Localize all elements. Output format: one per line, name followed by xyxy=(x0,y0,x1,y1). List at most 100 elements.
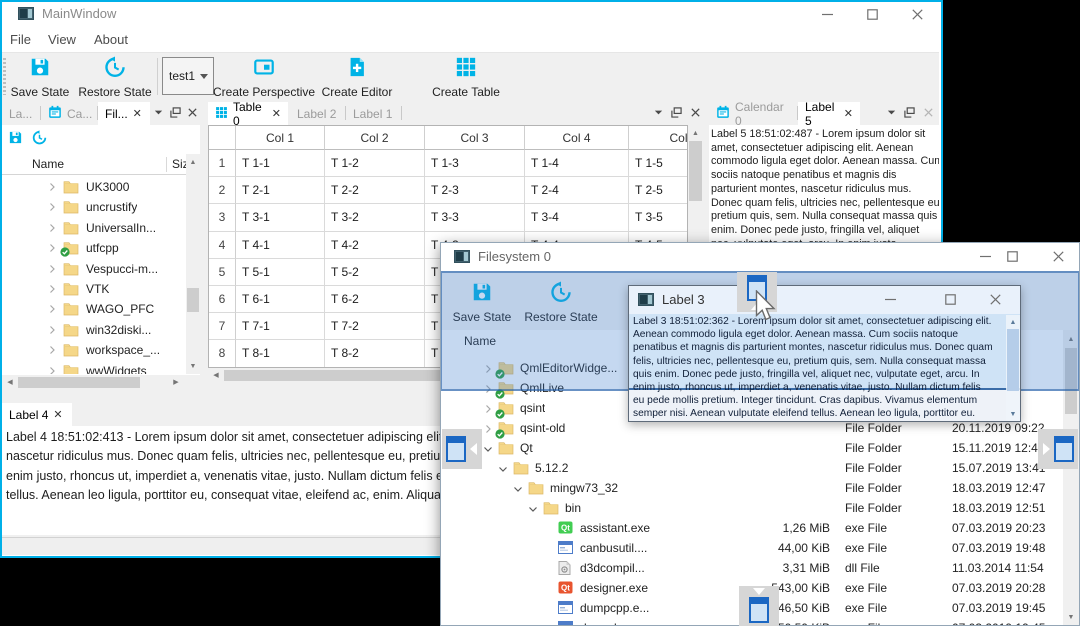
scroll-down-icon[interactable]: ▼ xyxy=(1063,611,1079,624)
file-row[interactable]: d3dcompil... 3,31 MiB dll File 11.03.2014 1… xyxy=(440,558,1062,578)
save-state-button[interactable]: Save State xyxy=(8,56,72,99)
close-button[interactable] xyxy=(978,285,1012,314)
table-cell[interactable]: T 2-5 xyxy=(629,177,687,205)
table-cell[interactable]: T 1-4 xyxy=(525,150,629,178)
table-cell[interactable]: T 5-1 xyxy=(236,258,325,286)
table-cell[interactable]: T 1-3 xyxy=(425,150,525,178)
scroll-up-icon[interactable]: ▲ xyxy=(186,156,200,169)
table-cell[interactable]: T 2-1 xyxy=(236,177,325,205)
minimize-button[interactable] xyxy=(873,285,907,314)
table-cell[interactable]: T 3-5 xyxy=(629,204,687,232)
table-cell[interactable]: T 8-2 xyxy=(325,340,425,367)
perspective-combobox[interactable]: test1 xyxy=(162,57,214,95)
table-cell[interactable]: T 4-2 xyxy=(325,231,425,259)
scroll-down-icon[interactable]: ▼ xyxy=(1006,408,1020,421)
chevron-right-icon[interactable] xyxy=(46,181,58,196)
scroll-right-icon[interactable]: ▶ xyxy=(170,376,182,389)
close-icon[interactable]: ✕ xyxy=(133,108,142,119)
drop-indicator-right[interactable] xyxy=(1038,429,1078,469)
file-row[interactable]: 5.12.2 File Folder 15.07.2019 13:41 xyxy=(440,458,1062,478)
corner-header[interactable] xyxy=(209,126,236,150)
close-button[interactable] xyxy=(896,0,938,28)
tree-item[interactable]: utfcpp xyxy=(2,238,186,258)
chevron-right-icon[interactable] xyxy=(46,242,58,257)
scrollbar-thumb[interactable] xyxy=(1007,329,1019,391)
table-cell[interactable]: T 7-1 xyxy=(236,313,325,341)
menu-about[interactable]: About xyxy=(94,32,128,47)
close-icon[interactable]: ✕ xyxy=(844,108,853,119)
table-cell[interactable]: T 6-1 xyxy=(236,285,325,314)
column-header-name[interactable]: Name xyxy=(32,157,64,171)
drop-indicator-bottom[interactable] xyxy=(739,586,779,626)
chevron-right-icon[interactable] xyxy=(46,324,58,339)
minimize-button[interactable] xyxy=(806,0,848,28)
maximize-button[interactable] xyxy=(851,0,893,28)
dock-close-button[interactable] xyxy=(688,105,703,120)
toolbar-drag-handle[interactable] xyxy=(3,58,6,95)
column-header[interactable]: Col 2 xyxy=(325,126,425,150)
scroll-up-icon[interactable]: ▲ xyxy=(1006,316,1020,329)
table-cell[interactable]: T 5-2 xyxy=(325,258,425,286)
dock-menu-button[interactable] xyxy=(651,105,666,120)
column-header[interactable]: Col 3 xyxy=(425,126,525,150)
table-cell[interactable]: T 3-3 xyxy=(425,204,525,232)
tab-label4[interactable]: Label 4 ✕ xyxy=(2,403,72,426)
restore-icon[interactable] xyxy=(32,130,47,150)
menu-file[interactable]: File xyxy=(10,32,31,47)
file-row[interactable]: canbusutil.... 44,00 KiB exe File 07.03.201… xyxy=(440,538,1062,558)
tree-item[interactable]: win32diski... xyxy=(2,320,186,340)
tab-filesystem[interactable]: Fil... ✕ xyxy=(98,102,150,125)
tree-item[interactable]: WAGO_PFC xyxy=(2,299,186,319)
main-titlebar[interactable]: MainWindow xyxy=(0,0,939,28)
table-cell[interactable]: T 2-4 xyxy=(525,177,629,205)
tree-item[interactable]: UniversalIn... xyxy=(2,218,186,238)
column-header-size[interactable]: Siz xyxy=(172,157,186,171)
menu-view[interactable]: View xyxy=(48,32,76,47)
tab-label5[interactable]: Label 5 ✕ xyxy=(798,100,860,128)
scrollbar-thumb[interactable] xyxy=(18,377,140,388)
tab-table0[interactable]: Table 0 ✕ xyxy=(208,100,288,128)
table-cell[interactable]: T 1-2 xyxy=(325,150,425,178)
table-cell[interactable]: T 2-3 xyxy=(425,177,525,205)
chevron-right-icon[interactable] xyxy=(46,201,58,216)
restore-state-button[interactable]: Restore State xyxy=(76,56,154,99)
chevron-right-icon[interactable] xyxy=(46,365,58,374)
table-cell[interactable]: T 7-2 xyxy=(325,313,425,341)
tab-label0[interactable]: La... xyxy=(2,102,39,125)
table-cell[interactable]: T 1-5 xyxy=(629,150,687,178)
table-cell[interactable]: T 3-2 xyxy=(325,204,425,232)
vertical-scrollbar[interactable]: ▲ ▼ xyxy=(1006,315,1020,421)
table-cell[interactable]: T 2-2 xyxy=(325,177,425,205)
scroll-up-icon[interactable]: ▲ xyxy=(688,127,703,140)
tree-item[interactable]: workspace_... xyxy=(2,340,186,360)
tree-item[interactable]: VTK xyxy=(2,279,186,299)
column-header[interactable]: Col 5 xyxy=(629,126,687,150)
close-icon[interactable]: ✕ xyxy=(272,108,281,119)
table-cell[interactable]: T 8-1 xyxy=(236,340,325,367)
table-cell[interactable]: T 4-1 xyxy=(236,231,325,259)
scroll-down-icon[interactable]: ▼ xyxy=(186,360,200,373)
close-button[interactable] xyxy=(1038,242,1078,271)
file-row[interactable]: mingw73_32 File Folder 18.03.2019 12:47 xyxy=(440,478,1062,498)
maximize-button[interactable] xyxy=(933,285,967,314)
drop-indicator-left[interactable] xyxy=(442,429,482,469)
table-cell[interactable]: T 1-1 xyxy=(236,150,325,178)
save-icon[interactable] xyxy=(8,130,23,150)
horizontal-scrollbar[interactable]: ◀ ▶ xyxy=(2,375,200,390)
chevron-right-icon[interactable] xyxy=(46,263,58,278)
chevron-right-icon[interactable] xyxy=(46,344,58,359)
tab-label1[interactable]: Label 1 xyxy=(346,102,400,125)
vertical-scrollbar[interactable]: ▲ ▼ xyxy=(186,154,200,374)
scrollbar-thumb[interactable] xyxy=(187,288,199,312)
dock-close-button[interactable] xyxy=(921,105,936,120)
chevron-right-icon[interactable] xyxy=(46,222,58,237)
table-cell[interactable]: T 6-2 xyxy=(325,285,425,314)
file-row[interactable]: bin File Folder 18.03.2019 12:51 xyxy=(440,498,1062,518)
scroll-left-icon[interactable]: ◀ xyxy=(210,369,222,382)
column-header[interactable]: Col 4 xyxy=(525,126,629,150)
close-icon[interactable]: ✕ xyxy=(53,409,62,420)
dock-float-button[interactable] xyxy=(669,105,684,120)
create-table-button[interactable]: Create Table xyxy=(418,56,514,99)
dock-menu-button[interactable] xyxy=(884,105,899,120)
dock-float-button[interactable] xyxy=(168,105,183,120)
